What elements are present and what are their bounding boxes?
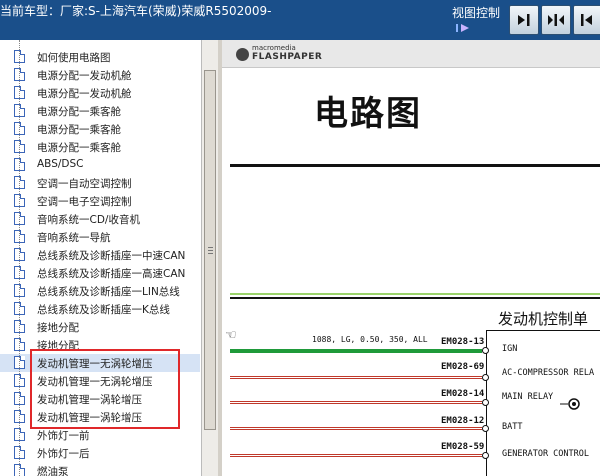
show-panel-button[interactable] xyxy=(509,5,539,35)
divider-thick xyxy=(230,164,600,167)
tree-item-label: 外饰灯一后 xyxy=(37,448,90,460)
document-viewer[interactable]: macromedia FLASHPAPER 电路图 发动机控制单 1088, L… xyxy=(222,40,600,476)
split-view-button[interactable] xyxy=(541,5,571,35)
terminal-icon xyxy=(482,374,489,381)
hand-cursor-icon: ☜ xyxy=(225,328,237,343)
tree-item-label: 音响系统一导航 xyxy=(37,232,111,244)
tree-item[interactable]: ABS/DSC xyxy=(0,156,200,174)
section-title: 发动机控制单 xyxy=(498,310,589,328)
annotation-highlight-box xyxy=(30,349,180,429)
tree-item[interactable]: 如何使用电路图 xyxy=(0,48,200,66)
tree-guide-line xyxy=(19,40,20,476)
tree-scrollbar[interactable] xyxy=(201,40,218,476)
tree-item[interactable]: 接地分配 xyxy=(0,318,200,336)
scrollbar-thumb[interactable] xyxy=(204,70,216,430)
arrow-left-bar-icon xyxy=(581,14,592,26)
divider-green xyxy=(230,293,600,295)
terminal-icon xyxy=(482,399,489,406)
current-vehicle-label: 当前车型：厂家:S-上海汽车(荣威)荣威R5502009- xyxy=(0,4,272,18)
tree-item[interactable]: 总线系统及诊断插座一K总线 xyxy=(0,300,200,318)
split-arrows-icon xyxy=(548,14,564,26)
tree-item-label: 电源分配一乘客舱 xyxy=(37,142,121,154)
view-control-icon xyxy=(456,24,469,32)
signal-label: GENERATOR CONTROL xyxy=(502,449,589,459)
tree-item[interactable]: 电源分配一乘客舱 xyxy=(0,120,200,138)
tree-item[interactable]: 电源分配一发动机舱 xyxy=(0,84,200,102)
brand-name: FLASHPAPER xyxy=(252,52,323,62)
tree-item-label: 接地分配 xyxy=(37,322,79,334)
connector-pin-label: EM028-14 xyxy=(441,389,485,399)
signal-label: MAIN RELAY xyxy=(502,392,554,402)
tree-item[interactable]: 空调一自动空调控制 xyxy=(0,174,200,192)
brand-small: macromedia xyxy=(252,44,296,52)
tree-item-label: 总线系统及诊断插座一LIN总线 xyxy=(37,286,180,298)
tree-item-label: 电源分配一发动机舱 xyxy=(37,70,132,82)
tree-item-label: 电源分配一乘客舱 xyxy=(37,106,121,118)
wire-line xyxy=(230,454,482,457)
macromedia-logo-icon xyxy=(236,48,249,61)
tree-item-label: 电源分配一乘客舱 xyxy=(37,124,121,136)
terminal-icon xyxy=(482,425,489,432)
connector-pin-label: EM028-69 xyxy=(441,362,485,372)
tree-item[interactable]: 空调一电子空调控制 xyxy=(0,192,200,210)
connector-pin-label: EM028-12 xyxy=(441,416,485,426)
grip-line xyxy=(208,253,213,254)
relay-coil-icon xyxy=(560,398,580,410)
tree-item[interactable]: 音响系统一CD/收音机 xyxy=(0,210,200,228)
tree-item-label: 总线系统及诊断插座一中速CAN xyxy=(37,250,186,262)
tree-item[interactable]: 总线系统及诊断插座一高速CAN xyxy=(0,264,200,282)
signal-label: AC-COMPRESSOR RELA xyxy=(502,368,595,378)
wire-line xyxy=(230,427,482,430)
tree-item[interactable]: 电源分配一乘客舱 xyxy=(0,102,200,120)
tree-item[interactable]: 外饰灯一后 xyxy=(0,444,200,462)
tree-item-label: 如何使用电路图 xyxy=(37,52,111,64)
tree-item-label: 总线系统及诊断插座一高速CAN xyxy=(37,268,186,280)
connector-pin-label: EM028-59 xyxy=(441,442,485,452)
tree-item-label: 空调一自动空调控制 xyxy=(37,178,132,190)
wire-line xyxy=(230,376,482,379)
arrow-right-bar-icon xyxy=(518,14,530,26)
terminal-icon xyxy=(482,452,489,459)
signal-label: BATT xyxy=(502,422,523,432)
tree-item[interactable]: 总线系统及诊断插座一LIN总线 xyxy=(0,282,200,300)
tree-item[interactable]: 电源分配一乘客舱 xyxy=(0,138,200,156)
flashpaper-toolbar: macromedia FLASHPAPER xyxy=(222,40,600,68)
tree-item-label: 外饰灯一前 xyxy=(37,430,90,442)
tree-item-label: 音响系统一CD/收音机 xyxy=(37,214,140,226)
connector-pin-label: EM028-13 xyxy=(441,337,485,347)
tree-item-label: 燃油泵 xyxy=(37,466,69,476)
grip-line xyxy=(208,247,213,248)
wire-line xyxy=(230,349,482,353)
terminal-icon xyxy=(482,347,489,354)
tree-item-label: 空调一电子空调控制 xyxy=(37,196,132,208)
wire-spec-label: 1088, LG, 0.50, 350, ALL xyxy=(312,335,428,344)
grip-line xyxy=(208,250,213,251)
tree-item-label: ABS/DSC xyxy=(37,158,84,170)
tree-item-label: 电源分配一发动机舱 xyxy=(37,88,132,100)
tree-item[interactable]: 总线系统及诊断插座一中速CAN xyxy=(0,246,200,264)
tree-item-label: 总线系统及诊断插座一K总线 xyxy=(37,304,170,316)
hide-panel-button[interactable] xyxy=(573,5,600,35)
tree-item[interactable]: 音响系统一导航 xyxy=(0,228,200,246)
tree-item[interactable]: 燃油泵 xyxy=(0,462,200,476)
wire-line xyxy=(230,401,482,404)
view-control-label: 视图控制 xyxy=(452,6,501,20)
header-bar: 当前车型：厂家:S-上海汽车(荣威)荣威R5502009- 视图控制 xyxy=(0,0,600,40)
page-title: 电路图 xyxy=(314,94,422,134)
divider-black xyxy=(230,297,600,299)
signal-label: IGN xyxy=(502,344,518,354)
tree-item[interactable]: 电源分配一发动机舱 xyxy=(0,66,200,84)
